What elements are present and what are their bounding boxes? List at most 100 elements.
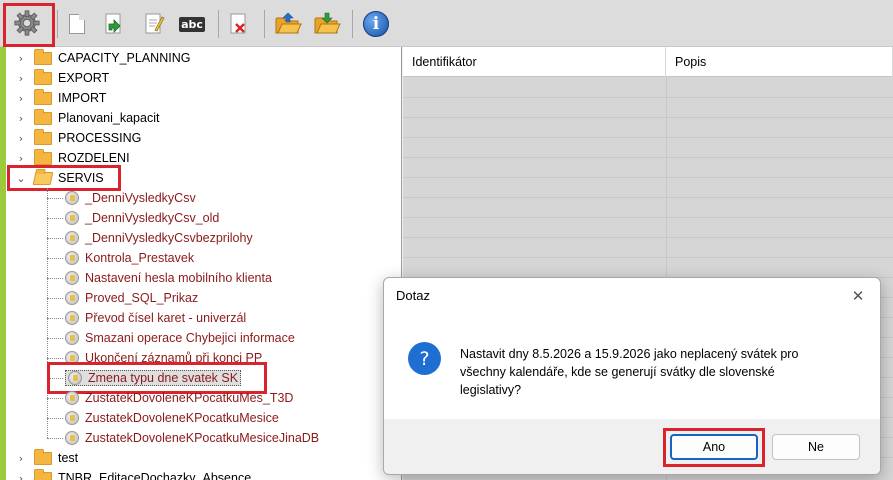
script-icon: [65, 191, 79, 205]
toolbar: abc i: [0, 0, 893, 47]
tree-leaf[interactable]: Smazani operace Chybejici informace: [47, 328, 295, 348]
toolbar-separator: [352, 10, 353, 38]
edit-button[interactable]: [140, 9, 168, 39]
tree-folder-label: PROCESSING: [58, 131, 142, 145]
tree-folder-label: IMPORT: [58, 91, 107, 105]
script-icon: [65, 311, 79, 325]
tree-leaf[interactable]: _DenniVysledkyCsv_old: [47, 208, 219, 228]
save-folder-icon: [314, 12, 341, 34]
tree-leaf[interactable]: ZustatekDovoleneKPocatkuMes_T3D: [47, 388, 293, 408]
folder-icon: [34, 148, 52, 165]
tree-leaf-label: _DenniVysledkyCsv: [85, 191, 196, 205]
chevron-right-icon[interactable]: ›: [14, 112, 28, 125]
tree-leaf-label: Nastavení hesla mobilního klienta: [85, 271, 272, 285]
settings-highlight: [3, 3, 55, 47]
tree-leaf[interactable]: Převod čísel karet - univerzál: [47, 308, 246, 328]
toolbar-separator: [264, 10, 265, 38]
tree-leaf[interactable]: Nastavení hesla mobilního klienta: [47, 268, 272, 288]
script-icon: [65, 271, 79, 285]
tree-leaf-label: Převod čísel karet - univerzál: [85, 311, 247, 325]
folder-icon: [34, 468, 52, 480]
tree-leaf[interactable]: ZustatekDovoleneKPocatkuMesiceJinaDB: [47, 428, 319, 448]
delete-document-icon: [230, 13, 246, 34]
tree-folder-processing[interactable]: › PROCESSING: [14, 128, 141, 148]
tree-leaf[interactable]: _DenniVysledkyCsv: [47, 188, 196, 208]
dialog-message-line: Nastavit dny 8.5.2026 a 15.9.2026 jako n…: [460, 347, 799, 361]
tree-folder-label: ROZDELENI: [58, 151, 130, 165]
dialog-message: Nastavit dny 8.5.2026 a 15.9.2026 jako n…: [460, 345, 855, 399]
tree-leaf[interactable]: _DenniVysledkyCsvbezprilohy: [47, 228, 253, 248]
folder-icon: [34, 128, 52, 145]
toolbar-separator: [57, 10, 58, 38]
save-folder-button[interactable]: [313, 9, 341, 39]
tree-leaf-label: Smazani operace Chybejici informace: [85, 331, 295, 345]
export-button[interactable]: [100, 9, 128, 39]
tree-folder-label: EXPORT: [58, 71, 110, 85]
tree-leaf-label: ZustatekDovoleneKPocatkuMesiceJinaDB: [85, 431, 320, 445]
tree-leaf[interactable]: ZustatekDovoleneKPocatkuMesice: [47, 408, 279, 428]
tree-folder-tnbr[interactable]: › TNBR_EditaceDochazky_Absence: [14, 468, 251, 480]
folder-icon: [34, 448, 52, 465]
chevron-right-icon[interactable]: ›: [14, 132, 28, 145]
script-icon: [65, 411, 79, 425]
close-icon[interactable]: ✕: [846, 284, 870, 308]
rename-button[interactable]: abc: [178, 9, 206, 39]
script-icon: [65, 331, 79, 345]
yes-button-highlight: [663, 428, 765, 467]
chevron-right-icon[interactable]: ›: [14, 472, 28, 480]
tree-accent-bar: [0, 47, 6, 480]
tree-folder-label: TNBR_EditaceDochazky_Absence: [58, 471, 252, 480]
tree-leaf[interactable]: Kontrola_Prestavek: [47, 248, 194, 268]
edit-document-icon: [145, 13, 165, 34]
dialog-title: Dotaz: [396, 288, 430, 303]
dialog-footer: Ano Ne: [384, 419, 880, 474]
chevron-right-icon[interactable]: ›: [14, 92, 28, 105]
folder-icon: [34, 108, 52, 125]
tree-folder-test[interactable]: › test: [14, 448, 78, 468]
script-icon: [65, 391, 79, 405]
tree-leaf-label: Proved_SQL_Prikaz: [85, 291, 199, 305]
chevron-right-icon[interactable]: ›: [14, 52, 28, 65]
confirm-dialog: Dotaz ✕ ? Nastavit dny 8.5.2026 a 15.9.2…: [383, 277, 881, 475]
no-button[interactable]: Ne: [772, 434, 860, 460]
folder-icon: [34, 68, 52, 85]
tree-folder-label: Planovani_kapacit: [58, 111, 160, 125]
tree-folder-import[interactable]: › IMPORT: [14, 88, 106, 108]
folder-icon: [34, 48, 52, 65]
question-icon: ?: [408, 342, 441, 375]
toolbar-separator: [218, 10, 219, 38]
tree-folder-planovani-kapacit[interactable]: › Planovani_kapacit: [14, 108, 159, 128]
new-document-icon: [69, 14, 85, 34]
column-header-popis[interactable]: Popis: [666, 47, 893, 77]
tree-folder-capacity-planning[interactable]: › CAPACITY_PLANNING: [14, 48, 190, 68]
script-icon: [65, 211, 79, 225]
folder-icon: [34, 88, 52, 105]
rename-abc-icon: abc: [179, 16, 205, 32]
new-button[interactable]: [63, 9, 91, 39]
script-icon: [65, 251, 79, 265]
tree-leaf-label: _DenniVysledkyCsvbezprilohy: [85, 231, 253, 245]
tree-folder-label: test: [58, 451, 79, 465]
column-header-identifikator[interactable]: Identifikátor: [403, 47, 666, 77]
open-folder-button[interactable]: [274, 9, 302, 39]
tree-leaf-label: _DenniVysledkyCsv_old: [85, 211, 220, 225]
sql-gear-icon: [65, 291, 79, 305]
chevron-right-icon[interactable]: ›: [14, 452, 28, 465]
info-button[interactable]: i: [362, 9, 390, 39]
open-folder-icon: [275, 12, 302, 34]
dialog-message-line: legislativy?: [460, 383, 522, 397]
dialog-message-line: všechny kalendáře, kde se generují svátk…: [460, 365, 775, 379]
tree-leaf-label: Kontrola_Prestavek: [85, 251, 195, 265]
info-icon: i: [363, 11, 389, 37]
delete-button[interactable]: [225, 9, 253, 39]
tree-leaf[interactable]: Proved_SQL_Prikaz: [47, 288, 198, 308]
chevron-right-icon[interactable]: ›: [14, 72, 28, 85]
tree-folder-label: CAPACITY_PLANNING: [58, 51, 191, 65]
script-icon: [65, 231, 79, 245]
tree-folder-export[interactable]: › EXPORT: [14, 68, 109, 88]
script-icon: [65, 431, 79, 445]
chevron-right-icon[interactable]: ›: [14, 152, 28, 165]
tree-leaf-label: ZustatekDovoleneKPocatkuMesice: [85, 411, 279, 425]
tree-panel: › CAPACITY_PLANNING › EXPORT › IMPORT › …: [0, 47, 402, 480]
grid-header: Identifikátor Popis: [403, 47, 893, 77]
